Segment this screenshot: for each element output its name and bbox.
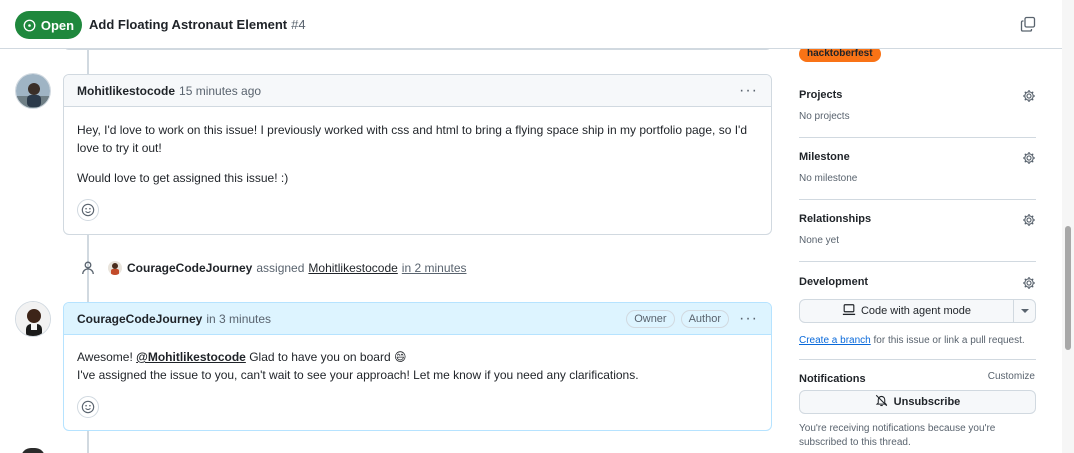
issue-state-label: Open [40,17,75,33]
comment-paragraph: Would love to get assigned this issue! :… [77,171,289,185]
relationships-section: Relationships None yet [799,213,1036,246]
avatar [21,448,45,453]
comment-body: Awesome! @Mohitlikestocode Glad to have … [64,335,771,418]
comment-paragraph: Hey, I'd love to work on this issue! I p… [77,123,748,155]
section-title: Development [799,276,869,288]
development-help: Create a branch for this issue or link a… [799,335,1025,346]
scrollbar-thumb[interactable] [1065,226,1071,350]
event-timestamp[interactable]: in 2 minutes [402,261,467,275]
copy-icon[interactable] [1020,16,1036,32]
comment-header: CourageCodeJourney in 3 minutes Owner Au… [64,303,771,335]
issue-comment: CourageCodeJourney in 3 minutes Owner Au… [63,302,772,431]
section-title: Projects [799,89,843,101]
development-section: Development [799,276,1036,290]
issue-title: Add Floating Astronaut Element #4 [89,17,306,32]
issue-number: #4 [291,17,306,32]
code-with-agent-label: Code with agent mode [860,305,972,317]
comment-timestamp[interactable]: in 3 minutes [206,312,271,326]
event-action: assigned [256,261,305,275]
comment-author[interactable]: Mohitlikestocode [77,84,175,98]
issue-page: Open Add Floating Astronaut Element #4 Mo… [0,0,1074,453]
notification-reason: You're receiving notifications because y… [799,423,996,448]
sticky-issue-header: Open Add Floating Astronaut Element #4 [0,0,1062,49]
divider [799,137,1036,138]
divider [799,199,1036,200]
comment-text: Glad to have you on board 😄 [245,350,407,364]
author-badge: Author [680,309,730,328]
section-title: Relationships [799,213,872,225]
divider [799,359,1036,360]
gear-icon[interactable] [1022,213,1036,227]
issue-comment: Mohitlikestocode 15 minutes ago ··· Hey,… [63,74,772,235]
bell-slash-icon [875,394,888,410]
user-mention[interactable]: @Mohitlikestocode [136,350,246,364]
event-assignee[interactable]: Mohitlikestocode [308,261,397,275]
assigned-event: CourageCodeJourney assigned Mohitlikesto… [80,258,467,278]
section-title: Milestone [799,151,850,163]
create-branch-link[interactable]: Create a branch [799,335,871,346]
comment-timestamp[interactable]: 15 minutes ago [179,84,261,98]
projects-section: Projects No projects [799,89,1036,122]
comment-line: Awesome! @Mohitlikestocode Glad to have … [77,348,758,366]
agent-icon [842,303,856,320]
kebab-icon[interactable]: ··· [739,310,758,327]
owner-badge: Owner [626,309,675,328]
gear-icon[interactable] [1022,151,1036,165]
issue-open-icon [23,19,36,32]
customize-link[interactable]: Customize [988,371,1035,382]
comment-header: Mohitlikestocode 15 minutes ago ··· [64,75,771,107]
event-actor[interactable]: CourageCodeJourney [127,261,252,275]
kebab-icon[interactable]: ··· [739,82,758,99]
gear-icon[interactable] [1022,89,1036,103]
issue-title-text: Add Floating Astronaut Element [89,17,288,32]
unsubscribe-button[interactable]: Unsubscribe [799,390,1036,414]
comment-text: Awesome! [77,350,137,364]
gear-icon[interactable] [1022,276,1036,290]
avatar[interactable] [108,261,122,275]
divider [799,261,1036,262]
avatar[interactable] [15,73,51,109]
code-with-agent-button[interactable]: Code with agent mode [800,300,1013,322]
smiley-icon[interactable] [77,199,99,221]
timeline-connector [87,49,89,75]
issue-state-badge: Open [15,11,82,39]
section-value: No projects [799,111,850,122]
avatar[interactable] [15,301,51,337]
smiley-icon[interactable] [77,396,99,418]
person-icon [80,260,96,276]
agent-mode-split-button: Code with agent mode [799,299,1036,323]
milestone-section: Milestone No milestone [799,151,1036,184]
caret-down-icon[interactable] [1013,300,1035,322]
development-help-text: for this issue or link a pull request. [870,335,1025,346]
comment-body: Hey, I'd love to work on this issue! I p… [64,107,771,221]
section-value: No milestone [799,173,858,184]
comment-line: I've assigned the issue to you, can't wa… [77,368,639,382]
unsubscribe-label: Unsubscribe [893,396,961,408]
section-value: None yet [799,235,840,246]
comment-author[interactable]: CourageCodeJourney [77,312,202,326]
page-scrollbar[interactable] [1062,0,1074,453]
timeline-connector [87,430,89,453]
